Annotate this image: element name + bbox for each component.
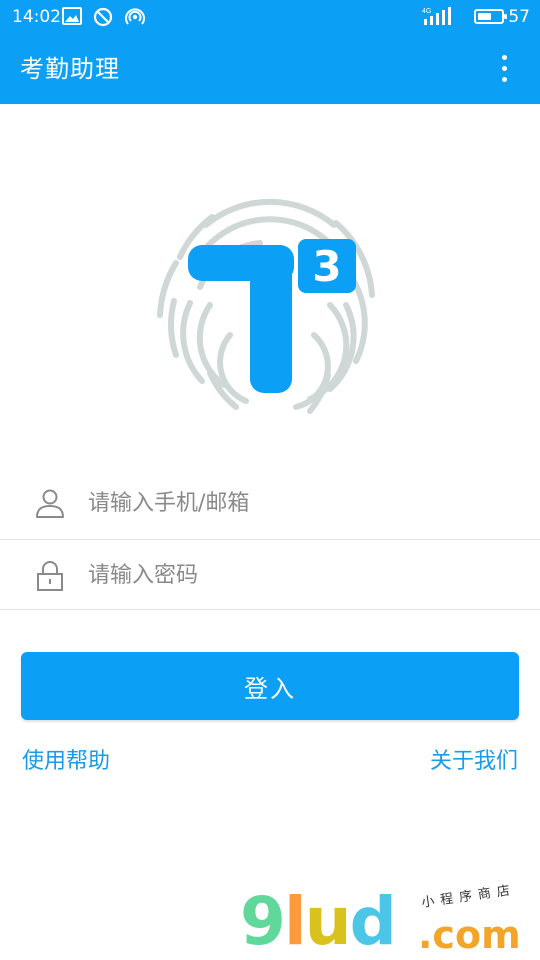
more-vert-icon [502, 55, 507, 60]
password-input[interactable] [86, 553, 510, 597]
watermark-char: u [304, 883, 352, 960]
help-link[interactable]: 使用帮助 [22, 744, 110, 780]
divider [0, 609, 540, 610]
battery-percent: 57 [508, 7, 530, 27]
watermark-logo: 9lud 小程序商店 .com [240, 883, 540, 960]
status-time: 14:02 [12, 7, 61, 27]
watermark-subtitle: 小程序商店 [420, 882, 517, 911]
more-vert-icon-dot [502, 66, 507, 71]
watermark-char: l [283, 883, 307, 960]
app-bar: 考勤助理 [0, 34, 540, 104]
status-bar: 14:02 4G 57 [0, 0, 540, 34]
app-logo: 3 [157, 198, 375, 414]
image-icon [62, 7, 82, 25]
app-title: 考勤助理 [20, 55, 120, 83]
overflow-menu-button[interactable] [486, 51, 522, 87]
battery-icon [474, 9, 507, 24]
signal-icon: 4G [422, 7, 451, 25]
battery-fill [478, 13, 491, 20]
user-icon [36, 489, 64, 518]
login-button[interactable]: 登入 [21, 652, 519, 720]
more-vert-icon-dot [502, 77, 507, 82]
password-field [0, 539, 540, 609]
watermark-domain: .com [418, 913, 521, 957]
about-link[interactable]: 关于我们 [430, 744, 518, 780]
do-not-disturb-icon [93, 7, 113, 27]
username-input[interactable] [86, 481, 510, 525]
username-field [0, 467, 540, 537]
network-type: 4G [422, 8, 431, 15]
watermark-main: 9lud [240, 883, 397, 960]
lock-icon [37, 561, 63, 591]
watermark-char: d [349, 883, 397, 960]
hotspot-icon [125, 8, 145, 25]
logo-superscript: 3 [312, 242, 341, 291]
watermark-char: 9 [240, 883, 286, 960]
